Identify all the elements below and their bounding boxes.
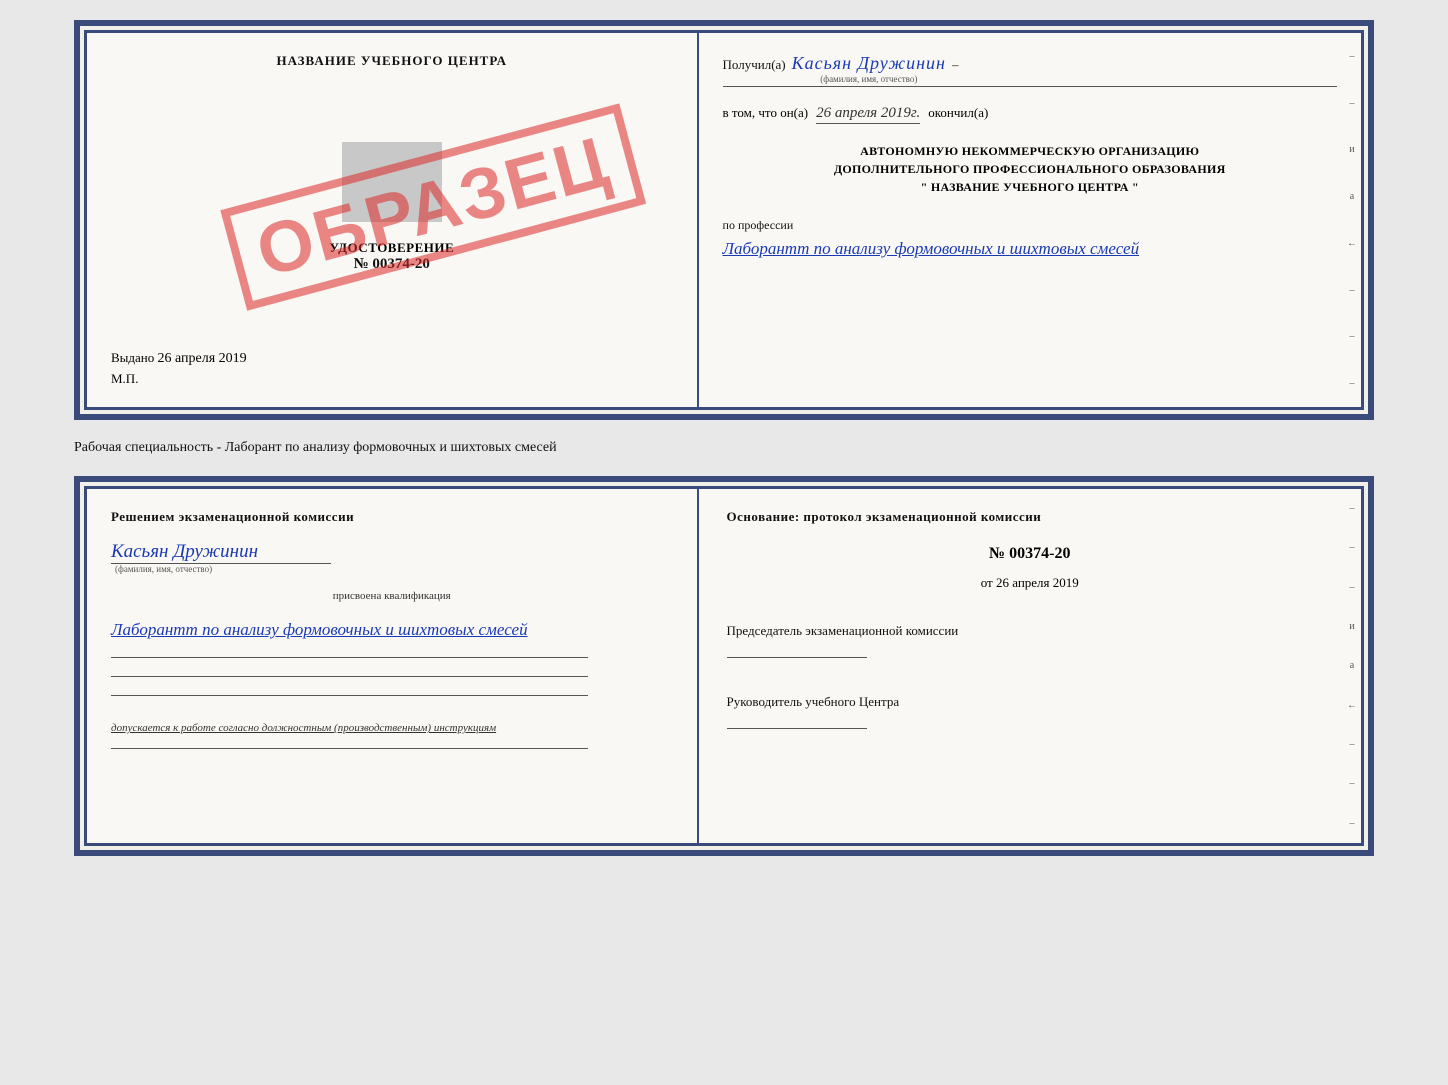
po-professii-label: по профессии	[723, 218, 1337, 233]
vtom-label: в том, что он(а)	[723, 105, 809, 121]
org-line3: " НАЗВАНИЕ УЧЕБНОГО ЦЕНТРА "	[723, 178, 1337, 196]
profession-name-top: Лаборантт по анализу формовочных и шихто…	[723, 235, 1337, 262]
cert-number-top: № 00374-20	[329, 256, 454, 273]
rukovoditel-signature-line	[727, 728, 867, 729]
udostoverenie-label: УДОСТОВЕРЕНИЕ	[329, 240, 454, 256]
line-sep-1	[111, 657, 588, 658]
sidebar-marks-top: – – и а ← – – –	[1343, 33, 1361, 407]
profession-name-bottom: Лаборантт по анализу формовочных и шихто…	[111, 616, 673, 643]
org-line2: ДОПОЛНИТЕЛЬНОГО ПРОФЕССИОНАЛЬНОГО ОБРАЗО…	[723, 160, 1337, 178]
top-certificate-outer: НАЗВАНИЕ УЧЕБНОГО ЦЕНТРА УДОСТОВЕРЕНИЕ №…	[74, 20, 1374, 420]
dopuskaetsya-text: допускается к работе согласно должностны…	[111, 722, 673, 734]
bottom-certificate: Решением экзаменационной комиссии Касьян…	[84, 486, 1364, 846]
vydano-line: Выдано 26 апреля 2019	[111, 350, 673, 367]
ot-label: от	[981, 575, 993, 590]
line-sep-2	[111, 676, 588, 677]
poluchil-label: Получил(а)	[723, 57, 786, 73]
protocol-date: 26 апреля 2019	[996, 575, 1079, 590]
fio-label-top: (фамилия, имя, отчество)	[792, 74, 946, 84]
rukovoditel-label: Руководитель учебного Центра	[727, 694, 1333, 710]
bottom-name-block: Касьян Дружинин (фамилия, имя, отчество)	[111, 541, 673, 574]
udostoverenie-block: УДОСТОВЕРЕНИЕ № 00374-20	[329, 240, 454, 273]
mp-line: М.П.	[111, 371, 673, 387]
poluchil-line: Получил(а) Касьян Дружинин (фамилия, имя…	[723, 53, 1337, 87]
bottom-right-panel: Основание: протокол экзаменационной коми…	[699, 489, 1361, 843]
prisvoena-label: присвоена квалификация	[111, 590, 673, 602]
fio-label-bottom: (фамилия, имя, отчество)	[115, 564, 673, 574]
org-line1: АВТОНОМНУЮ НЕКОММЕРЧЕСКУЮ ОРГАНИЗАЦИЮ	[723, 142, 1337, 160]
vydano-label: Выдано	[111, 350, 154, 365]
line-sep-3	[111, 695, 588, 696]
recipient-name-top: Касьян Дружинин	[792, 53, 946, 73]
protocol-number: № 00374-20	[727, 545, 1333, 563]
recipient-name-bottom: Касьян Дружинин	[111, 541, 331, 564]
document-container: НАЗВАНИЕ УЧЕБНОГО ЦЕНТРА УДОСТОВЕРЕНИЕ №…	[74, 20, 1374, 856]
osnovanie-text: Основание: протокол экзаменационной коми…	[727, 509, 1333, 525]
middle-specialty-text: Рабочая специальность - Лаборант по анал…	[74, 436, 1374, 460]
photo-placeholder	[342, 142, 442, 222]
cert-right-panel: Получил(а) Касьян Дружинин (фамилия, имя…	[699, 33, 1361, 407]
org-block: АВТОНОМНУЮ НЕКОММЕРЧЕСКУЮ ОРГАНИЗАЦИЮ ДО…	[723, 142, 1337, 196]
line-sep-4	[111, 748, 588, 749]
dash-poluchil: –	[952, 57, 959, 73]
completion-date-top: 26 апреля 2019г.	[816, 105, 920, 124]
cert-left-panel: НАЗВАНИЕ УЧЕБНОГО ЦЕНТРА УДОСТОВЕРЕНИЕ №…	[87, 33, 699, 407]
resheniem-label: Решением экзаменационной комиссии	[111, 509, 673, 525]
predsedatel-label: Председатель экзаменационной комиссии	[727, 623, 1333, 639]
po-professii-block: по профессии Лаборантт по анализу формов…	[723, 218, 1337, 262]
bottom-left-panel: Решением экзаменационной комиссии Касьян…	[87, 489, 699, 843]
ot-date: от 26 апреля 2019	[727, 575, 1333, 591]
predsedatel-signature-line	[727, 657, 867, 658]
top-certificate: НАЗВАНИЕ УЧЕБНОГО ЦЕНТРА УДОСТОВЕРЕНИЕ №…	[84, 30, 1364, 410]
cert-school-title: НАЗВАНИЕ УЧЕБНОГО ЦЕНТРА	[111, 53, 673, 69]
sidebar-marks-bottom: – – – и а ← – – –	[1343, 489, 1361, 843]
vydano-date: 26 апреля 2019	[158, 351, 247, 366]
okonchil-label: окончил(а)	[928, 105, 988, 121]
bottom-certificate-outer: Решением экзаменационной комиссии Касьян…	[74, 476, 1374, 856]
vtom-line: в том, что он(а) 26 апреля 2019г. окончи…	[723, 105, 1337, 124]
